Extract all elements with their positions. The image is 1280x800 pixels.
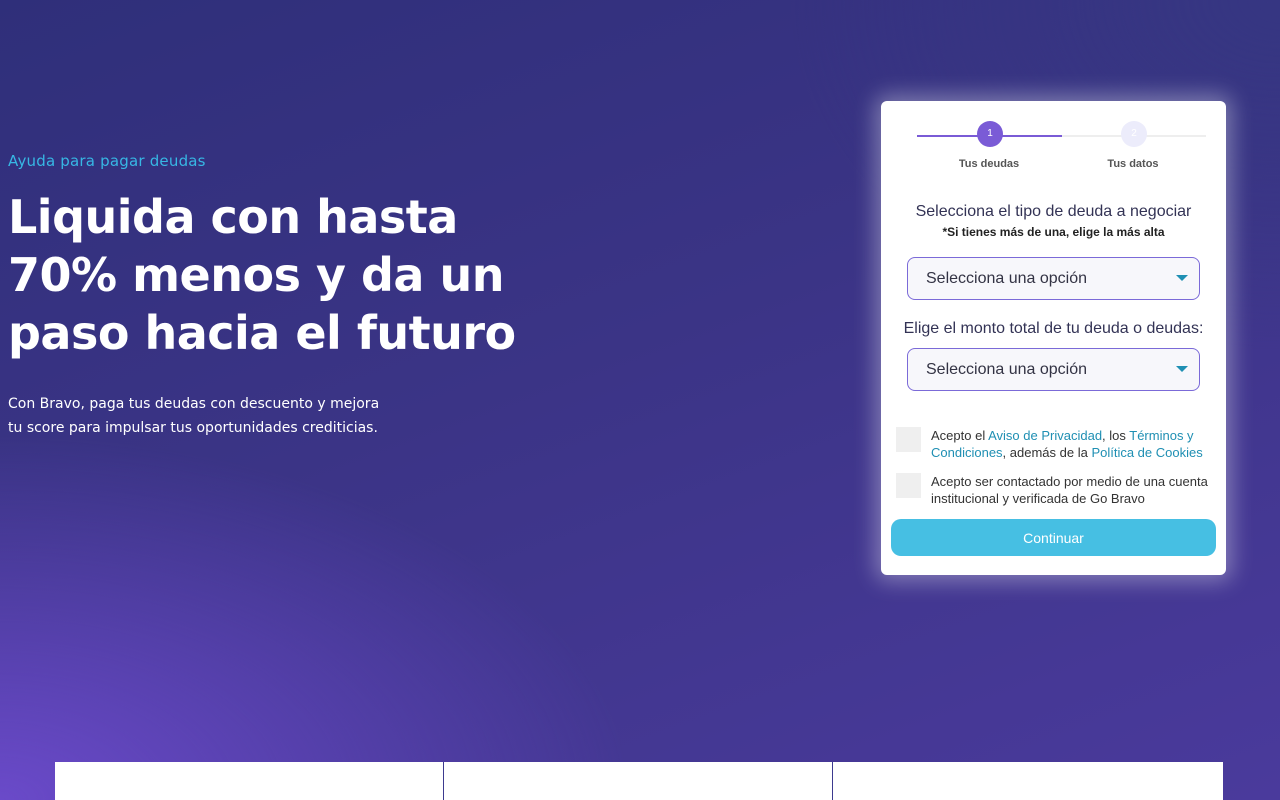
headline-line-3: paso hacia el futuro — [8, 306, 516, 360]
debt-amount-select[interactable]: Selecciona una opción — [907, 348, 1200, 391]
subtext-line-1: Con Bravo, paga tus deudas con descuento… — [8, 396, 380, 412]
hero-section: Ayuda para pagar deudas Liquida con hast… — [8, 152, 548, 440]
bottom-tile — [444, 762, 833, 800]
consent-privacy-row: Acepto el Aviso de Privacidad, los Térmi… — [896, 427, 1216, 461]
step-1-label: Tus deudas — [958, 158, 1020, 170]
consents-group: Acepto el Aviso de Privacidad, los Térmi… — [891, 427, 1216, 507]
debt-amount-question: Elige el monto total de tu deuda o deuda… — [903, 320, 1204, 337]
debt-type-question: Selecciona el tipo de deuda a negociar — [915, 203, 1192, 220]
consent-privacy-prefix: Acepto el — [931, 428, 989, 443]
chevron-down-icon — [1176, 275, 1188, 281]
cookies-policy-link[interactable]: Política de Cookies — [1091, 445, 1202, 460]
debt-amount-select-value: Selecciona una opción — [926, 361, 1088, 378]
debt-type-select-value: Selecciona una opción — [926, 270, 1088, 287]
bottom-tiles — [55, 762, 1223, 800]
consent-privacy-middle: , los — [1102, 428, 1130, 443]
step-1-indicator: 1 — [977, 121, 1003, 147]
subtext-line-2: tu score para impulsar tus oportunidades… — [8, 420, 378, 436]
privacy-notice-link[interactable]: Aviso de Privacidad — [988, 428, 1102, 443]
step-2-indicator: 2 — [1121, 121, 1147, 147]
debt-type-note: *Si tienes más de una, elige la más alta — [942, 225, 1165, 239]
consent-contact-row: Acepto ser contactado por medio de una c… — [896, 473, 1216, 507]
hero-subtext: Con Bravo, paga tus deudas con descuento… — [8, 392, 388, 440]
bottom-tile — [833, 762, 1223, 800]
consent-contact-text: Acepto ser contactado por medio de una c… — [931, 474, 1208, 506]
consent-privacy-checkbox[interactable] — [896, 427, 921, 452]
bottom-tile — [55, 762, 444, 800]
headline-line-2: 70% menos y da un — [8, 248, 504, 302]
consent-privacy-text: Acepto el Aviso de Privacidad, los Térmi… — [931, 427, 1211, 461]
headline-line-1: Liquida con hasta — [8, 190, 458, 244]
debt-form-card: 1 2 Tus deudas Tus datos Selecciona el t… — [881, 101, 1226, 575]
form-stepper: 1 2 Tus deudas Tus datos — [891, 101, 1216, 181]
chevron-down-icon — [1176, 366, 1188, 372]
consent-contact-checkbox[interactable] — [896, 473, 921, 498]
continue-button[interactable]: Continuar — [891, 519, 1216, 556]
consent-privacy-suffix: , además de la — [1002, 445, 1092, 460]
step-2-label: Tus datos — [1107, 158, 1159, 170]
hero-eyebrow: Ayuda para pagar deudas — [8, 152, 206, 170]
debt-type-select[interactable]: Selecciona una opción — [907, 257, 1200, 300]
hero-headline: Liquida con hasta 70% menos y da un paso… — [8, 188, 538, 362]
